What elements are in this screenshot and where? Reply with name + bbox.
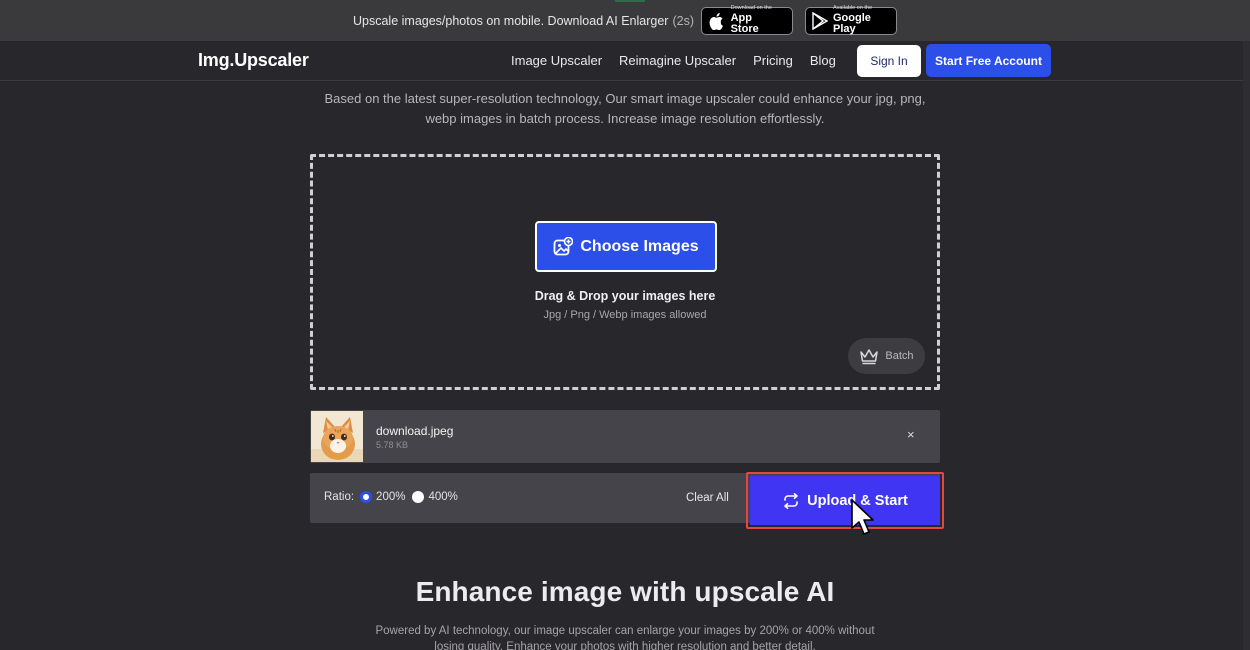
file-size: 5.78 KB <box>376 440 409 450</box>
promo-banner: Upscale images/photos on mobile. Downloa… <box>0 0 1250 41</box>
batch-button[interactable]: Batch <box>848 338 925 374</box>
apple-icon <box>708 12 726 30</box>
ratio-label: Ratio: <box>324 491 355 503</box>
nav-links: Image Upscaler Reimagine Upscaler Pricin… <box>511 53 836 68</box>
batch-label: Batch <box>885 350 914 362</box>
add-image-icon <box>553 236 574 255</box>
dropzone-subtitle: Jpg / Png / Webp images allowed <box>543 309 707 321</box>
file-item: download.jpeg 5.78 KB × <box>310 410 940 463</box>
dropzone-title: Drag & Drop your images here <box>534 289 716 303</box>
section-title: Enhance image with upscale AI <box>415 576 835 607</box>
promo-accent-bar <box>615 0 645 2</box>
file-name: download.jpeg <box>376 424 454 438</box>
mouse-pointer-icon <box>851 499 874 535</box>
section-description: Powered by AI technology, our image upsc… <box>375 625 875 650</box>
ratio-400-radio[interactable] <box>412 491 425 503</box>
app-store-label: App Store <box>730 11 759 35</box>
remove-file-close-icon[interactable]: × <box>907 427 915 442</box>
ratio-selector: Ratio: 200% 400% <box>324 491 465 503</box>
google-play-label: Google Play <box>833 11 871 35</box>
google-play-small-text: Available on the <box>833 5 873 12</box>
top-nav: Img.Upscaler Image Upscaler Reimagine Up… <box>0 41 1250 81</box>
app-store-small-text: Download on the <box>730 5 772 12</box>
crown-icon <box>860 349 879 365</box>
start-free-account-button[interactable]: Start Free Account <box>926 44 1051 77</box>
ratio-200-label[interactable]: 200% <box>376 491 405 503</box>
nav-link-image-upscaler[interactable]: Image Upscaler <box>511 53 602 68</box>
promo-countdown: (2s) <box>672 13 694 28</box>
choose-images-button[interactable]: Choose Images <box>535 221 717 272</box>
nav-link-pricing[interactable]: Pricing <box>753 53 793 68</box>
nav-link-blog[interactable]: Blog <box>810 53 836 68</box>
refresh-icon <box>784 492 798 509</box>
upload-and-start-button[interactable]: Upload & Start <box>750 476 940 525</box>
site-logo[interactable]: Img.Upscaler <box>198 50 309 71</box>
ratio-400-label[interactable]: 400% <box>428 491 457 503</box>
choose-images-label: Choose Images <box>580 237 699 255</box>
nav-link-reimagine-upscaler[interactable]: Reimagine Upscaler <box>619 53 736 68</box>
clear-all-button[interactable]: Clear All <box>686 492 729 504</box>
sign-in-button[interactable]: Sign In <box>857 45 921 77</box>
page-scrollbar[interactable] <box>1243 41 1250 650</box>
intro-description: Based on the latest super-resolution tec… <box>324 91 926 126</box>
google-play-button[interactable]: Available on the Google Play <box>805 5 897 35</box>
image-dropzone[interactable]: Choose Images Drag & Drop your images he… <box>310 154 940 390</box>
promo-text: Upscale images/photos on mobile. Downloa… <box>353 13 694 28</box>
file-thumbnail <box>311 411 363 462</box>
app-store-button[interactable]: Download on the App Store <box>701 5 793 35</box>
ratio-200-radio[interactable] <box>360 491 373 503</box>
play-icon <box>812 11 828 30</box>
